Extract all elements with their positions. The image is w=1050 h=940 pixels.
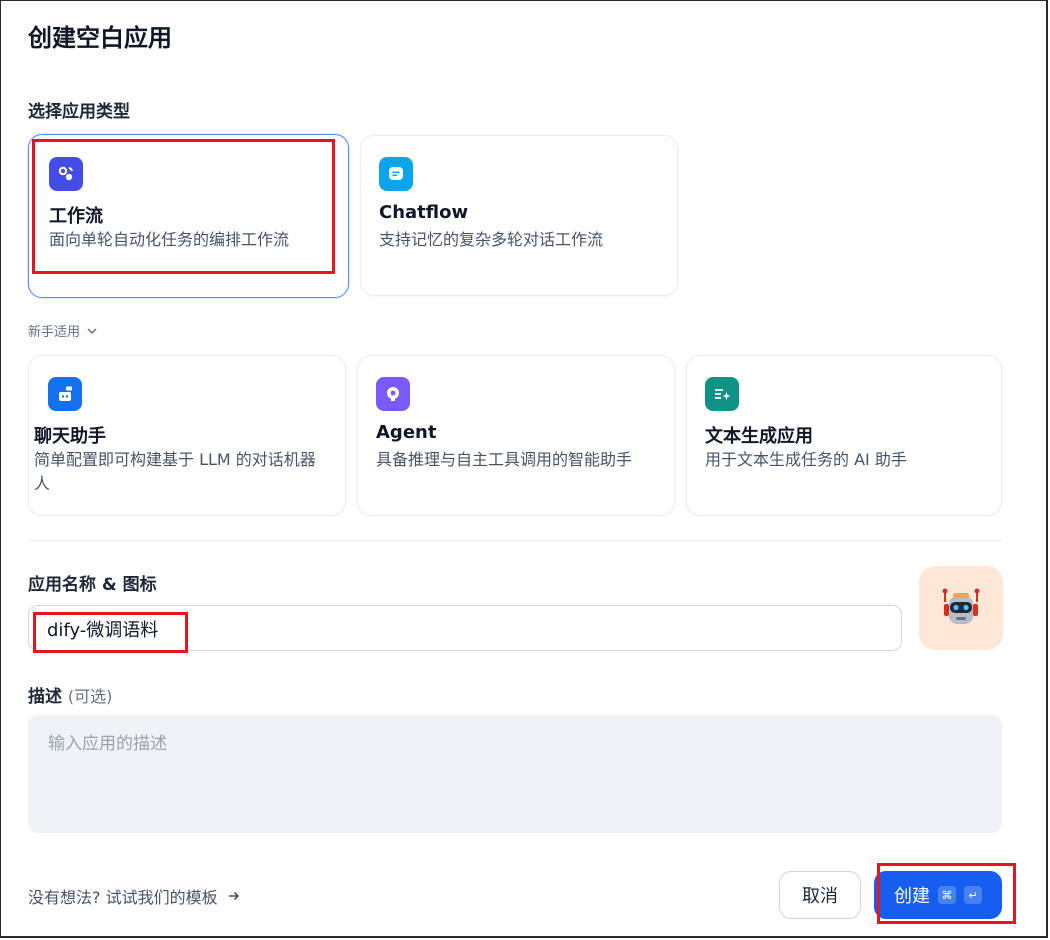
chevron-down-icon	[87, 327, 97, 334]
workflow-icon	[49, 157, 83, 191]
template-link-text: 没有想法? 试试我们的模板	[28, 888, 218, 907]
app-name-input[interactable]: dify-微调语料	[28, 605, 902, 651]
card-title: Agent	[376, 422, 437, 443]
card-title: 工作流	[49, 206, 103, 227]
app-type-card-chat-assistant[interactable]: 聊天助手 简单配置即可构建基于 LLM 的对话机器人	[28, 355, 346, 516]
template-link[interactable]: 没有想法? 试试我们的模板	[28, 884, 242, 908]
beginner-label: 新手适用	[28, 325, 81, 340]
agent-icon	[376, 377, 410, 411]
card-title: Chatflow	[379, 202, 469, 223]
app-type-card-chatflow[interactable]: Chatflow 支持记忆的复杂多轮对话工作流	[360, 135, 678, 296]
enter-key-icon: ↵	[964, 886, 982, 904]
arrow-right-icon	[228, 891, 239, 901]
create-button[interactable]: 创建 ⌘ ↵	[874, 871, 1002, 919]
cancel-button[interactable]: 取消	[779, 871, 861, 919]
divider	[28, 540, 1002, 541]
name-field-label: 应用名称 & 图标	[28, 575, 157, 595]
description-placeholder: 输入应用的描述	[48, 734, 167, 754]
create-button-label: 创建	[894, 886, 930, 907]
desc-optional: (可选)	[67, 687, 113, 706]
chatflow-icon	[379, 157, 413, 191]
app-type-card-text-generation[interactable]: 文本生成应用 用于文本生成任务的 AI 助手	[686, 355, 1002, 516]
app-icon-picker[interactable]	[919, 566, 1003, 650]
card-title: 文本生成应用	[705, 426, 813, 447]
app-type-card-workflow[interactable]: 工作流 面向单轮自动化任务的编排工作流	[28, 134, 349, 298]
card-desc: 用于文本生成任务的 AI 助手	[705, 450, 907, 469]
desc-field-label: 描述 (可选)	[28, 682, 112, 707]
robot-icon	[942, 588, 980, 624]
beginner-toggle[interactable]: 新手适用	[28, 321, 98, 340]
app-type-card-agent[interactable]: Agent 具备推理与自主工具调用的智能助手	[357, 355, 675, 516]
card-title: 聊天助手	[34, 426, 106, 447]
card-desc: 面向单轮自动化任务的编排工作流	[49, 230, 290, 249]
card-desc: 具备推理与自主工具调用的智能助手	[376, 450, 633, 469]
cmd-key-icon: ⌘	[938, 886, 956, 904]
dialog-title: 创建空白应用	[28, 24, 172, 52]
app-name-value: dify-微调语料	[47, 620, 159, 641]
text-generation-icon	[705, 377, 739, 411]
app-type-label: 选择应用类型	[28, 102, 130, 122]
card-desc: 简单配置即可构建基于 LLM 的对话机器人	[34, 450, 316, 493]
desc-label: 描述	[28, 687, 62, 707]
description-textarea[interactable]: 输入应用的描述	[28, 715, 1002, 833]
card-desc: 支持记忆的复杂多轮对话工作流	[379, 230, 604, 249]
chat-assistant-icon	[48, 377, 82, 411]
